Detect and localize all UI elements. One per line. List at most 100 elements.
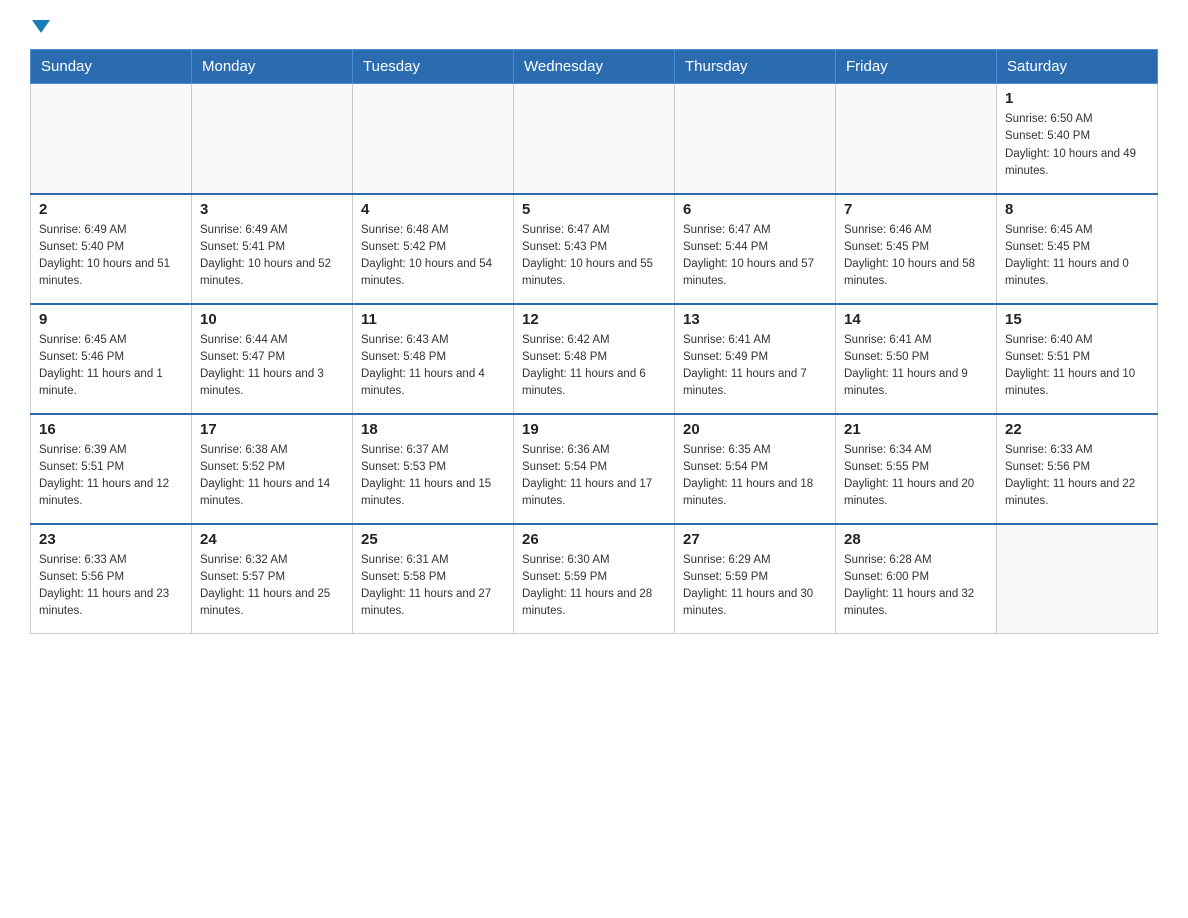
calendar-day-cell: 5 Sunrise: 6:47 AMSunset: 5:43 PMDaylight… (514, 194, 675, 304)
calendar-day-header: Wednesday (514, 50, 675, 84)
calendar-day-cell: 23 Sunrise: 6:33 AMSunset: 5:56 PMDayligh… (31, 524, 192, 634)
day-info: Sunrise: 6:39 AMSunset: 5:51 PMDaylight:… (39, 442, 183, 511)
logo (30, 20, 50, 33)
day-number: 23 (39, 531, 183, 548)
day-info: Sunrise: 6:36 AMSunset: 5:54 PMDaylight:… (522, 442, 666, 511)
calendar-day-cell: 4 Sunrise: 6:48 AMSunset: 5:42 PMDaylight… (353, 194, 514, 304)
day-info: Sunrise: 6:47 AMSunset: 5:44 PMDaylight:… (683, 222, 827, 291)
day-info: Sunrise: 6:45 AMSunset: 5:46 PMDaylight:… (39, 332, 183, 401)
day-info: Sunrise: 6:33 AMSunset: 5:56 PMDaylight:… (39, 552, 183, 621)
calendar-day-cell: 24 Sunrise: 6:32 AMSunset: 5:57 PMDayligh… (192, 524, 353, 634)
page-header (30, 20, 1158, 33)
calendar-day-cell: 7 Sunrise: 6:46 AMSunset: 5:45 PMDaylight… (836, 194, 997, 304)
day-info: Sunrise: 6:47 AMSunset: 5:43 PMDaylight:… (522, 222, 666, 291)
calendar-day-cell (836, 84, 997, 194)
calendar-day-cell: 6 Sunrise: 6:47 AMSunset: 5:44 PMDaylight… (675, 194, 836, 304)
calendar-day-header: Tuesday (353, 50, 514, 84)
calendar-day-cell: 1 Sunrise: 6:50 AMSunset: 5:40 PMDaylight… (997, 84, 1158, 194)
day-number: 21 (844, 421, 988, 438)
calendar-week-row: 9 Sunrise: 6:45 AMSunset: 5:46 PMDaylight… (31, 304, 1158, 414)
day-number: 11 (361, 311, 505, 328)
day-info: Sunrise: 6:37 AMSunset: 5:53 PMDaylight:… (361, 442, 505, 511)
day-number: 22 (1005, 421, 1149, 438)
day-number: 18 (361, 421, 505, 438)
day-number: 27 (683, 531, 827, 548)
day-number: 14 (844, 311, 988, 328)
calendar-day-cell: 25 Sunrise: 6:31 AMSunset: 5:58 PMDayligh… (353, 524, 514, 634)
day-number: 25 (361, 531, 505, 548)
day-number: 3 (200, 201, 344, 218)
day-number: 5 (522, 201, 666, 218)
day-info: Sunrise: 6:40 AMSunset: 5:51 PMDaylight:… (1005, 332, 1149, 401)
day-info: Sunrise: 6:43 AMSunset: 5:48 PMDaylight:… (361, 332, 505, 401)
day-info: Sunrise: 6:48 AMSunset: 5:42 PMDaylight:… (361, 222, 505, 291)
calendar-day-cell: 8 Sunrise: 6:45 AMSunset: 5:45 PMDaylight… (997, 194, 1158, 304)
calendar-day-header: Friday (836, 50, 997, 84)
day-info: Sunrise: 6:45 AMSunset: 5:45 PMDaylight:… (1005, 222, 1149, 291)
day-info: Sunrise: 6:42 AMSunset: 5:48 PMDaylight:… (522, 332, 666, 401)
calendar-week-row: 16 Sunrise: 6:39 AMSunset: 5:51 PMDayligh… (31, 414, 1158, 524)
calendar-day-cell: 11 Sunrise: 6:43 AMSunset: 5:48 PMDayligh… (353, 304, 514, 414)
day-number: 8 (1005, 201, 1149, 218)
calendar-day-cell: 22 Sunrise: 6:33 AMSunset: 5:56 PMDayligh… (997, 414, 1158, 524)
day-info: Sunrise: 6:33 AMSunset: 5:56 PMDaylight:… (1005, 442, 1149, 511)
day-info: Sunrise: 6:41 AMSunset: 5:49 PMDaylight:… (683, 332, 827, 401)
day-number: 13 (683, 311, 827, 328)
calendar-day-cell: 26 Sunrise: 6:30 AMSunset: 5:59 PMDayligh… (514, 524, 675, 634)
day-number: 12 (522, 311, 666, 328)
logo-arrow-icon (32, 20, 50, 33)
calendar-day-cell (514, 84, 675, 194)
calendar-day-cell (353, 84, 514, 194)
calendar-day-header: Monday (192, 50, 353, 84)
calendar-day-cell: 17Sunrise: 6:38 AMSunset: 5:52 PMDayligh… (192, 414, 353, 524)
calendar-day-cell: 13 Sunrise: 6:41 AMSunset: 5:49 PMDayligh… (675, 304, 836, 414)
day-number: 26 (522, 531, 666, 548)
calendar-day-cell (192, 84, 353, 194)
day-number: 1 (1005, 90, 1149, 107)
calendar-day-cell: 15 Sunrise: 6:40 AMSunset: 5:51 PMDayligh… (997, 304, 1158, 414)
day-info: Sunrise: 6:29 AMSunset: 5:59 PMDaylight:… (683, 552, 827, 621)
day-number: 16 (39, 421, 183, 438)
calendar-day-cell: 9 Sunrise: 6:45 AMSunset: 5:46 PMDaylight… (31, 304, 192, 414)
calendar-day-cell: 2Sunrise: 6:49 AMSunset: 5:40 PMDaylight… (31, 194, 192, 304)
calendar-week-row: 2Sunrise: 6:49 AMSunset: 5:40 PMDaylight… (31, 194, 1158, 304)
calendar-day-cell: 19 Sunrise: 6:36 AMSunset: 5:54 PMDayligh… (514, 414, 675, 524)
day-info: Sunrise: 6:32 AMSunset: 5:57 PMDaylight:… (200, 552, 344, 621)
day-number: 9 (39, 311, 183, 328)
day-info: Sunrise: 6:46 AMSunset: 5:45 PMDaylight:… (844, 222, 988, 291)
day-info: Sunrise: 6:50 AMSunset: 5:40 PMDaylight:… (1005, 111, 1149, 180)
day-number: 19 (522, 421, 666, 438)
calendar-day-cell: 10 Sunrise: 6:44 AMSunset: 5:47 PMDayligh… (192, 304, 353, 414)
calendar-week-row: 1 Sunrise: 6:50 AMSunset: 5:40 PMDaylight… (31, 84, 1158, 194)
day-info: Sunrise: 6:28 AMSunset: 6:00 PMDaylight:… (844, 552, 988, 621)
calendar-day-cell (675, 84, 836, 194)
day-number: 15 (1005, 311, 1149, 328)
day-number: 20 (683, 421, 827, 438)
calendar-day-cell: 18 Sunrise: 6:37 AMSunset: 5:53 PMDayligh… (353, 414, 514, 524)
calendar-day-cell: 14Sunrise: 6:41 AMSunset: 5:50 PMDayligh… (836, 304, 997, 414)
calendar-day-cell (997, 524, 1158, 634)
day-number: 10 (200, 311, 344, 328)
day-info: Sunrise: 6:30 AMSunset: 5:59 PMDaylight:… (522, 552, 666, 621)
calendar-table: SundayMondayTuesdayWednesdayThursdayFrid… (30, 49, 1158, 634)
day-info: Sunrise: 6:38 AMSunset: 5:52 PMDaylight:… (200, 442, 344, 511)
day-info: Sunrise: 6:35 AMSunset: 5:54 PMDaylight:… (683, 442, 827, 511)
calendar-day-header: Thursday (675, 50, 836, 84)
day-info: Sunrise: 6:49 AMSunset: 5:41 PMDaylight:… (200, 222, 344, 291)
calendar-header-row: SundayMondayTuesdayWednesdayThursdayFrid… (31, 50, 1158, 84)
day-number: 6 (683, 201, 827, 218)
calendar-week-row: 23 Sunrise: 6:33 AMSunset: 5:56 PMDayligh… (31, 524, 1158, 634)
day-info: Sunrise: 6:34 AMSunset: 5:55 PMDaylight:… (844, 442, 988, 511)
calendar-day-cell: 20 Sunrise: 6:35 AMSunset: 5:54 PMDayligh… (675, 414, 836, 524)
day-number: 4 (361, 201, 505, 218)
calendar-day-header: Saturday (997, 50, 1158, 84)
calendar-day-cell: 16 Sunrise: 6:39 AMSunset: 5:51 PMDayligh… (31, 414, 192, 524)
calendar-day-cell: 28Sunrise: 6:28 AMSunset: 6:00 PMDayligh… (836, 524, 997, 634)
day-number: 7 (844, 201, 988, 218)
day-number: 24 (200, 531, 344, 548)
calendar-day-cell: 3 Sunrise: 6:49 AMSunset: 5:41 PMDaylight… (192, 194, 353, 304)
calendar-day-cell: 12 Sunrise: 6:42 AMSunset: 5:48 PMDayligh… (514, 304, 675, 414)
day-number: 2 (39, 201, 183, 218)
day-info: Sunrise: 6:44 AMSunset: 5:47 PMDaylight:… (200, 332, 344, 401)
day-info: Sunrise: 6:31 AMSunset: 5:58 PMDaylight:… (361, 552, 505, 621)
